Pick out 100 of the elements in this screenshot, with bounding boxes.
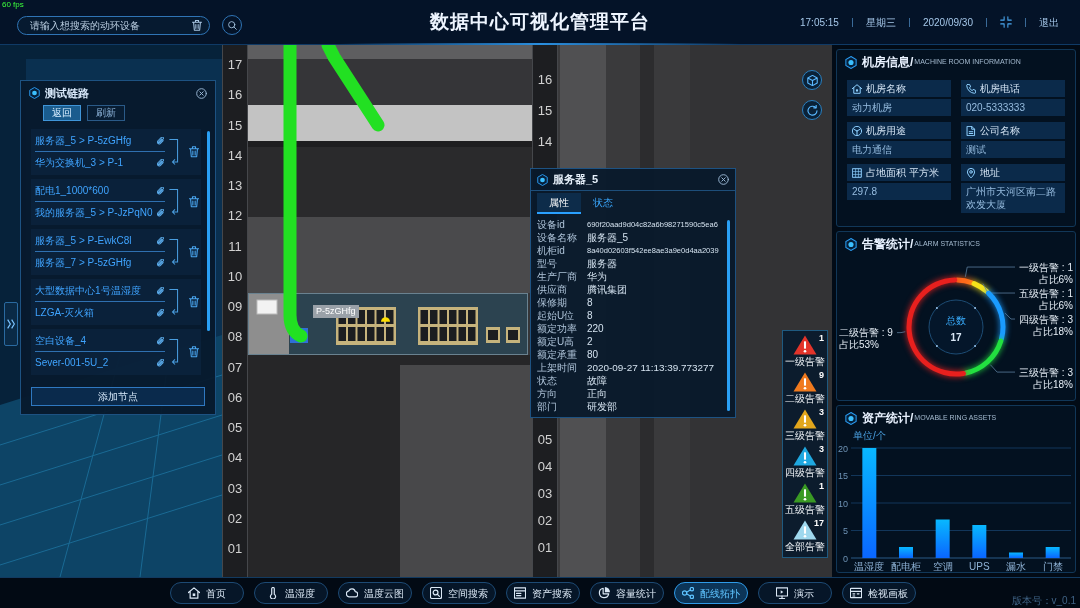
trash-icon[interactable] — [189, 346, 199, 358]
hexagon-icon — [845, 237, 857, 251]
axis-category-label: 配电柜 — [891, 561, 921, 572]
property-value: 80 — [587, 348, 599, 361]
slice-label: 四级告警 : 3 — [1019, 313, 1073, 325]
property-value: 华为 — [587, 270, 607, 283]
nav-button[interactable]: 空间搜索 — [422, 582, 496, 604]
paperclip-icon[interactable] — [157, 209, 165, 217]
property-value: 正向 — [587, 387, 607, 400]
slice-share: 占比6% — [1038, 273, 1073, 285]
rack-unit-number: 02 — [227, 510, 243, 527]
trash-icon[interactable] — [189, 246, 199, 258]
nav-button[interactable]: 检视画板 — [842, 582, 916, 604]
nav-button[interactable]: 配线拓扑 — [674, 582, 748, 604]
rack-unit-number: 16 — [537, 72, 553, 88]
device-tag: P-5zGHfg — [313, 305, 359, 318]
property-value: 8 — [587, 309, 593, 322]
expand-button[interactable] — [4, 302, 18, 346]
trash-icon[interactable] — [189, 146, 199, 158]
presentation-icon — [776, 587, 788, 599]
tab[interactable]: 状态 — [581, 193, 625, 214]
minimize-icon[interactable] — [1000, 16, 1012, 28]
grid-icon — [852, 167, 862, 178]
nav-button[interactable]: 容量统计 — [590, 582, 664, 604]
nav-button[interactable]: 温湿度 — [254, 582, 328, 604]
rack-unit-number: 08 — [227, 329, 243, 346]
cube-icon — [806, 74, 818, 86]
alarm-level-label: 全部告警 — [785, 541, 825, 553]
search-icon — [227, 20, 237, 30]
paperclip-icon[interactable] — [157, 186, 165, 195]
scrollbar[interactable] — [727, 220, 730, 411]
hexagon-icon — [29, 87, 40, 99]
bar — [972, 525, 987, 558]
total-label: 总数 — [946, 315, 966, 326]
hexagon-icon — [845, 55, 857, 69]
trash-icon[interactable] — [189, 296, 199, 308]
cloud-icon — [346, 587, 358, 599]
property-label: 部门 — [537, 400, 558, 413]
nav-button[interactable]: 温度云图 — [338, 582, 412, 604]
nav-button[interactable]: 演示 — [758, 582, 832, 604]
rack-unit-number: 17 — [227, 57, 243, 73]
paperclip-icon[interactable] — [157, 286, 165, 295]
panel-button[interactable]: 刷新 — [87, 105, 125, 121]
alarm-level-label: 四级告警 — [785, 467, 825, 479]
document-icon — [966, 125, 976, 136]
alarm-count: 9 — [819, 370, 824, 380]
paperclip-icon[interactable] — [157, 159, 165, 167]
alarm-level-label: 五级告警 — [785, 504, 825, 516]
panel-button[interactable]: 返回 — [43, 105, 81, 121]
weekday-label: 星期三 — [865, 15, 896, 30]
axis-title: 单位/个 — [853, 430, 886, 441]
pie-chart-icon — [598, 587, 610, 599]
board-icon — [850, 587, 862, 599]
link-endpoint: 服务器_5 > P-EwkC8l — [35, 234, 132, 247]
alarm-level-label: 三级告警 — [785, 430, 825, 442]
exit-button[interactable]: 退出 — [1039, 14, 1059, 30]
field-value: 广州市天河区南二路欢发大厦 — [961, 183, 1065, 213]
axis-category-label: 门禁 — [1042, 561, 1063, 572]
bracket-arrow-icon — [169, 339, 179, 365]
rack-unit-number: 16 — [227, 87, 243, 104]
clock-time: 17:05:15 — [800, 15, 839, 30]
close-icon[interactable] — [196, 87, 207, 99]
paperclip-icon[interactable] — [157, 136, 165, 145]
panel-title: 资产统计/ — [862, 411, 914, 425]
add-node-button[interactable]: 添加节点 — [31, 387, 205, 406]
nav-button[interactable]: 资产搜索 — [506, 582, 580, 604]
property-label: 起始U位 — [537, 309, 576, 322]
trash-icon[interactable] — [189, 196, 199, 208]
tab[interactable]: 属性 — [537, 193, 581, 214]
rotate-icon — [806, 104, 818, 116]
rack-unit-number: 01 — [227, 541, 243, 557]
axis-category-label: 温湿度 — [854, 561, 885, 572]
bar — [935, 519, 950, 558]
axis-category-label: 漏水 — [1006, 561, 1026, 572]
leader-line — [964, 266, 1016, 278]
property-label: 型号 — [537, 257, 558, 270]
paperclip-icon[interactable] — [157, 336, 165, 345]
property-label: 状态 — [537, 374, 558, 387]
nav-button[interactable]: 首页 — [170, 582, 244, 604]
field-label: 占地面积 平方米 — [866, 166, 939, 179]
paperclip-icon[interactable] — [157, 309, 165, 317]
link-endpoint: 服务器_7 > P-5zGHfg — [35, 257, 132, 269]
total-value: 17 — [950, 332, 962, 343]
close-icon[interactable] — [718, 174, 729, 185]
field-label: 机房电话 — [980, 82, 1020, 95]
bracket-arrow-icon — [169, 239, 179, 265]
slice-share: 占比18% — [1033, 325, 1073, 337]
property-value: 故障 — [587, 374, 607, 387]
paperclip-icon[interactable] — [157, 359, 165, 367]
bracket-arrow-icon — [169, 189, 179, 215]
paperclip-icon[interactable] — [157, 236, 165, 245]
paperclip-icon[interactable] — [157, 259, 165, 267]
center-ring — [928, 299, 984, 355]
trash-icon[interactable] — [192, 19, 202, 31]
property-label: 额定承重 — [537, 348, 578, 361]
scrollbar[interactable] — [207, 131, 210, 331]
axis-category-label: UPS — [969, 561, 990, 572]
search-field[interactable]: 请输入想搜索的动环设备 — [17, 15, 210, 35]
slice-share: 占比18% — [1033, 378, 1073, 390]
alarm-count: 17 — [814, 518, 824, 528]
